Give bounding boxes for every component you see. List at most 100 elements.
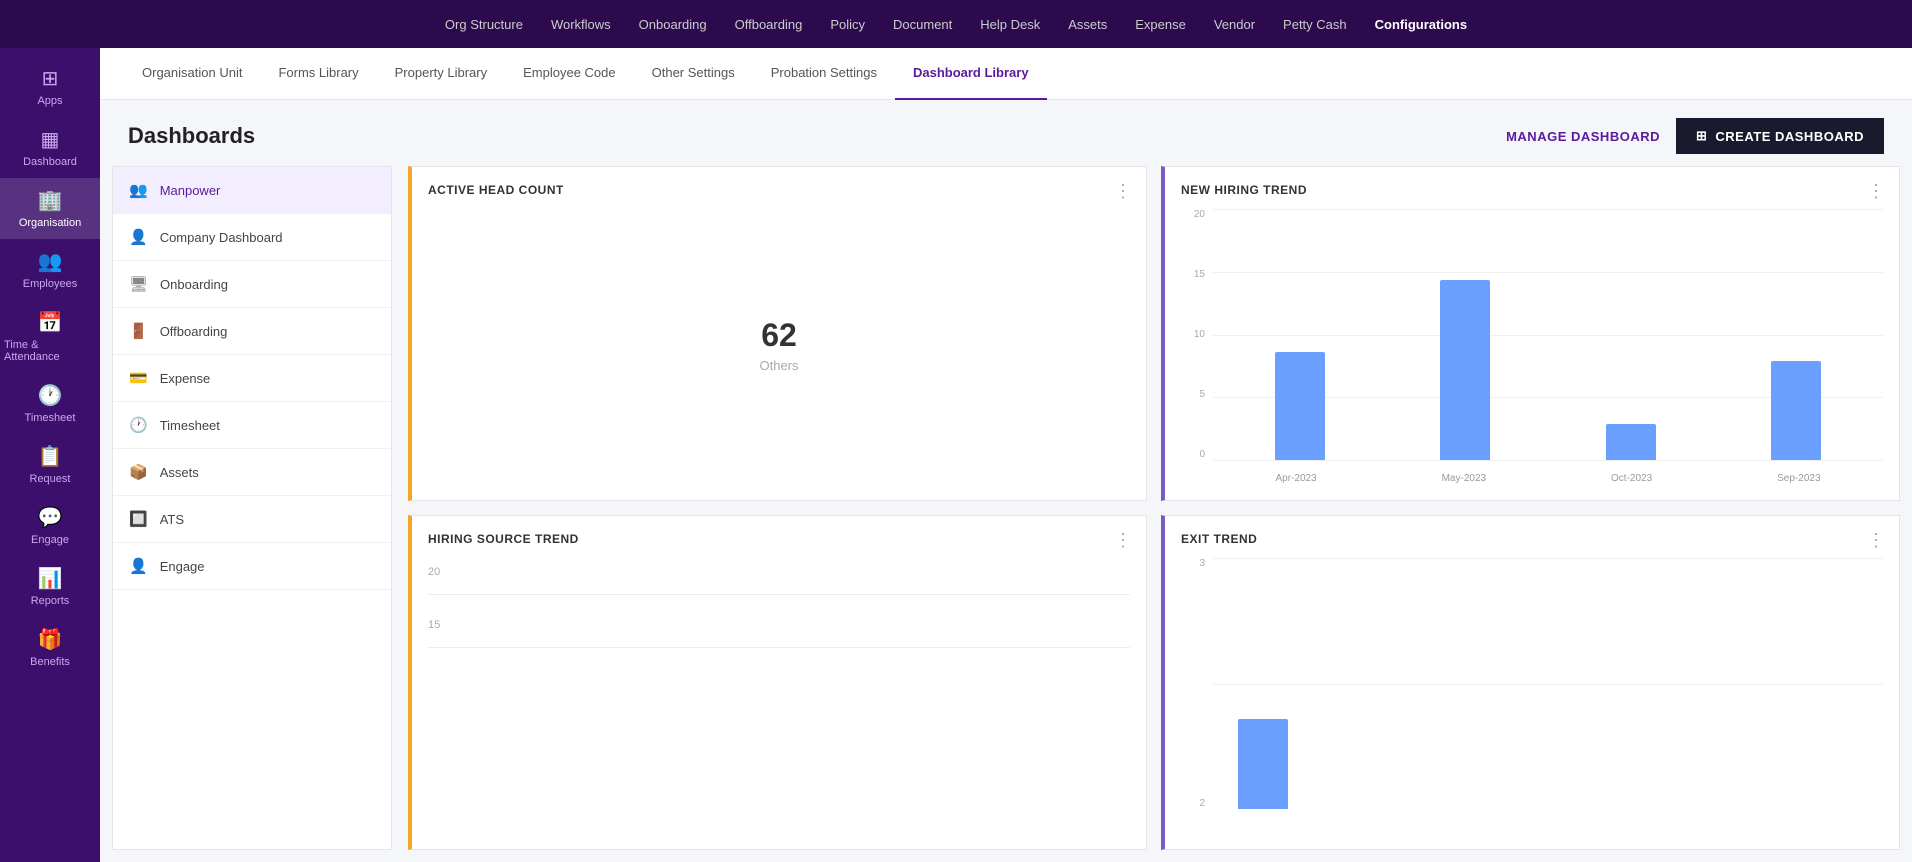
- dashboard-list-item-ats[interactable]: 🔲 ATS: [113, 496, 391, 543]
- list-item-label: Timesheet: [160, 418, 220, 433]
- dashboard-list-item-company-dashboard[interactable]: 👤 Company Dashboard: [113, 214, 391, 261]
- active-headcount-menu[interactable]: ⋮: [1114, 181, 1132, 202]
- active-headcount-title: ACTIVE HEAD COUNT: [428, 183, 1130, 197]
- x-label-sep: Sep-2023: [1777, 473, 1820, 484]
- headcount-center: 62 Others: [428, 205, 1130, 484]
- sidebar-label: Benefits: [30, 656, 70, 668]
- sub-nav-item-dashboard-library[interactable]: Dashboard Library: [895, 48, 1047, 100]
- charts-area: ACTIVE HEAD COUNT ⋮ 62 Others NEW HIRING…: [408, 166, 1900, 850]
- list-item-icon: 💳: [129, 369, 148, 387]
- sidebar-icon: 🕐: [38, 383, 63, 408]
- dashboard-list-item-onboarding[interactable]: 🖥 Onboarding: [113, 261, 391, 308]
- sidebar-item-timesheet[interactable]: 🕐 Timesheet: [0, 373, 100, 434]
- new-hiring-trend-title: NEW HIRING TREND: [1181, 183, 1883, 197]
- sidebar-item-apps[interactable]: ⊞ Apps: [0, 56, 100, 117]
- top-nav-item-vendor[interactable]: Vendor: [1214, 17, 1255, 32]
- sidebar-item-employees[interactable]: 👥 Employees: [0, 239, 100, 300]
- sidebar-item-organisation[interactable]: 🏢 Organisation: [0, 178, 100, 239]
- top-nav-item-help-desk[interactable]: Help Desk: [980, 17, 1040, 32]
- sub-nav-item-probation-settings[interactable]: Probation Settings: [753, 48, 895, 100]
- list-item-icon: 🔲: [129, 510, 148, 528]
- new-hiring-bar-chart: 20 15 10 5 0: [1181, 205, 1883, 484]
- exit-bar-chart-inner: 3 2: [1181, 558, 1883, 833]
- sidebar: ⊞ Apps▦ Dashboard🏢 Organisation👥 Employe…: [0, 48, 100, 862]
- list-item-icon: 👥: [129, 181, 148, 199]
- list-item-label: ATS: [160, 512, 184, 527]
- dashboard-list-item-assets[interactable]: 📦 Assets: [113, 449, 391, 496]
- sidebar-item-reports[interactable]: 📊 Reports: [0, 556, 100, 617]
- list-item-icon: 🚪: [129, 322, 148, 340]
- sidebar-item-engage[interactable]: 💬 Engage: [0, 495, 100, 556]
- grid-icon: ⊞: [1696, 128, 1707, 144]
- sidebar-label: Reports: [31, 595, 70, 607]
- dashboard-list-item-engage[interactable]: 👤 Engage: [113, 543, 391, 590]
- list-item-label: Manpower: [160, 183, 221, 198]
- sidebar-item-time-&-attendance[interactable]: 📅 Time & Attendance: [0, 300, 100, 373]
- manage-dashboard-button[interactable]: MANAGE DASHBOARD: [1506, 129, 1660, 144]
- page-header: Dashboards MANAGE DASHBOARD ⊞ CREATE DAS…: [100, 100, 1912, 166]
- top-nav-item-org-structure[interactable]: Org Structure: [445, 17, 523, 32]
- top-nav-item-expense[interactable]: Expense: [1135, 17, 1186, 32]
- top-nav-item-workflows[interactable]: Workflows: [551, 17, 611, 32]
- top-nav-item-configurations[interactable]: Configurations: [1375, 17, 1467, 32]
- sidebar-label: Time & Attendance: [4, 339, 96, 363]
- sidebar-icon: 🏢: [38, 188, 63, 213]
- sidebar-icon: 💬: [38, 505, 63, 530]
- create-dashboard-button[interactable]: ⊞ CREATE DASHBOARD: [1676, 118, 1884, 154]
- hiring-source-menu[interactable]: ⋮: [1114, 530, 1132, 551]
- top-nav-item-petty-cash[interactable]: Petty Cash: [1283, 17, 1347, 32]
- sidebar-item-request[interactable]: 📋 Request: [0, 434, 100, 495]
- new-hiring-trend-menu[interactable]: ⋮: [1867, 181, 1885, 202]
- dashboard-list-item-timesheet[interactable]: 🕐 Timesheet: [113, 402, 391, 449]
- top-nav-item-policy[interactable]: Policy: [830, 17, 865, 32]
- bar-group-may: [1387, 280, 1545, 460]
- top-nav-item-assets[interactable]: Assets: [1068, 17, 1107, 32]
- sub-nav-item-forms-library[interactable]: Forms Library: [260, 48, 376, 100]
- headcount-sublabel: Others: [759, 358, 798, 373]
- hiring-source-trend-card: HIRING SOURCE TREND ⋮ 20 15: [408, 515, 1147, 850]
- dashboard-list-item-manpower[interactable]: 👥 Manpower: [113, 167, 391, 214]
- sidebar-icon: 📊: [38, 566, 63, 591]
- bar-apr: [1275, 352, 1325, 460]
- main-layout: ⊞ Apps▦ Dashboard🏢 Organisation👥 Employe…: [0, 48, 1912, 862]
- exit-bar: [1238, 719, 1288, 809]
- sidebar-label: Timesheet: [25, 412, 76, 424]
- sidebar-label: Dashboard: [23, 156, 77, 168]
- bar-sep: [1771, 361, 1821, 460]
- top-nav-item-offboarding[interactable]: Offboarding: [735, 17, 803, 32]
- x-label-oct: Oct-2023: [1611, 473, 1652, 484]
- exit-bar-group: [1233, 719, 1293, 809]
- list-item-label: Engage: [160, 559, 205, 574]
- sidebar-item-benefits[interactable]: 🎁 Benefits: [0, 617, 100, 678]
- list-item-label: Offboarding: [160, 324, 228, 339]
- bar-group-oct: [1552, 424, 1710, 460]
- headcount-value: 62: [761, 317, 797, 354]
- hiring-source-bar-chart: 20 15: [428, 554, 1130, 833]
- dashboard-list-item-offboarding[interactable]: 🚪 Offboarding: [113, 308, 391, 355]
- sidebar-item-dashboard[interactable]: ▦ Dashboard: [0, 117, 100, 178]
- list-item-label: Assets: [160, 465, 199, 480]
- active-headcount-card: ACTIVE HEAD COUNT ⋮ 62 Others: [408, 166, 1147, 501]
- sidebar-icon: 📋: [38, 444, 63, 469]
- list-item-label: Onboarding: [160, 277, 228, 292]
- x-label-may: May-2023: [1442, 473, 1486, 484]
- sub-nav-item-property-library[interactable]: Property Library: [377, 48, 505, 100]
- exit-trend-menu[interactable]: ⋮: [1867, 530, 1885, 551]
- sidebar-icon: 👥: [38, 249, 63, 274]
- top-nav-item-document[interactable]: Document: [893, 17, 952, 32]
- sub-nav-item-employee-code[interactable]: Employee Code: [505, 48, 634, 100]
- exit-trend-title: EXIT TREND: [1181, 532, 1883, 546]
- sidebar-icon: ⊞: [42, 66, 59, 91]
- sidebar-icon: 📅: [38, 310, 63, 335]
- exit-trend-bar-chart: 3 2: [1181, 554, 1883, 833]
- main-content: 👥 Manpower👤 Company Dashboard🖥 Onboardin…: [100, 166, 1912, 862]
- sub-nav-item-other-settings[interactable]: Other Settings: [634, 48, 753, 100]
- x-labels: Apr-2023 May-2023 Oct-2023 Sep-2023: [1213, 473, 1883, 484]
- y-axis: 20 15 10 5 0: [1181, 209, 1209, 460]
- bar-oct: [1606, 424, 1656, 460]
- list-item-icon: 👤: [129, 228, 148, 246]
- top-nav-item-onboarding[interactable]: Onboarding: [639, 17, 707, 32]
- sub-nav-item-organisation-unit[interactable]: Organisation Unit: [124, 48, 260, 100]
- dashboard-list-item-expense[interactable]: 💳 Expense: [113, 355, 391, 402]
- new-hiring-trend-card: NEW HIRING TREND ⋮ 20 15 10 5 0: [1161, 166, 1900, 501]
